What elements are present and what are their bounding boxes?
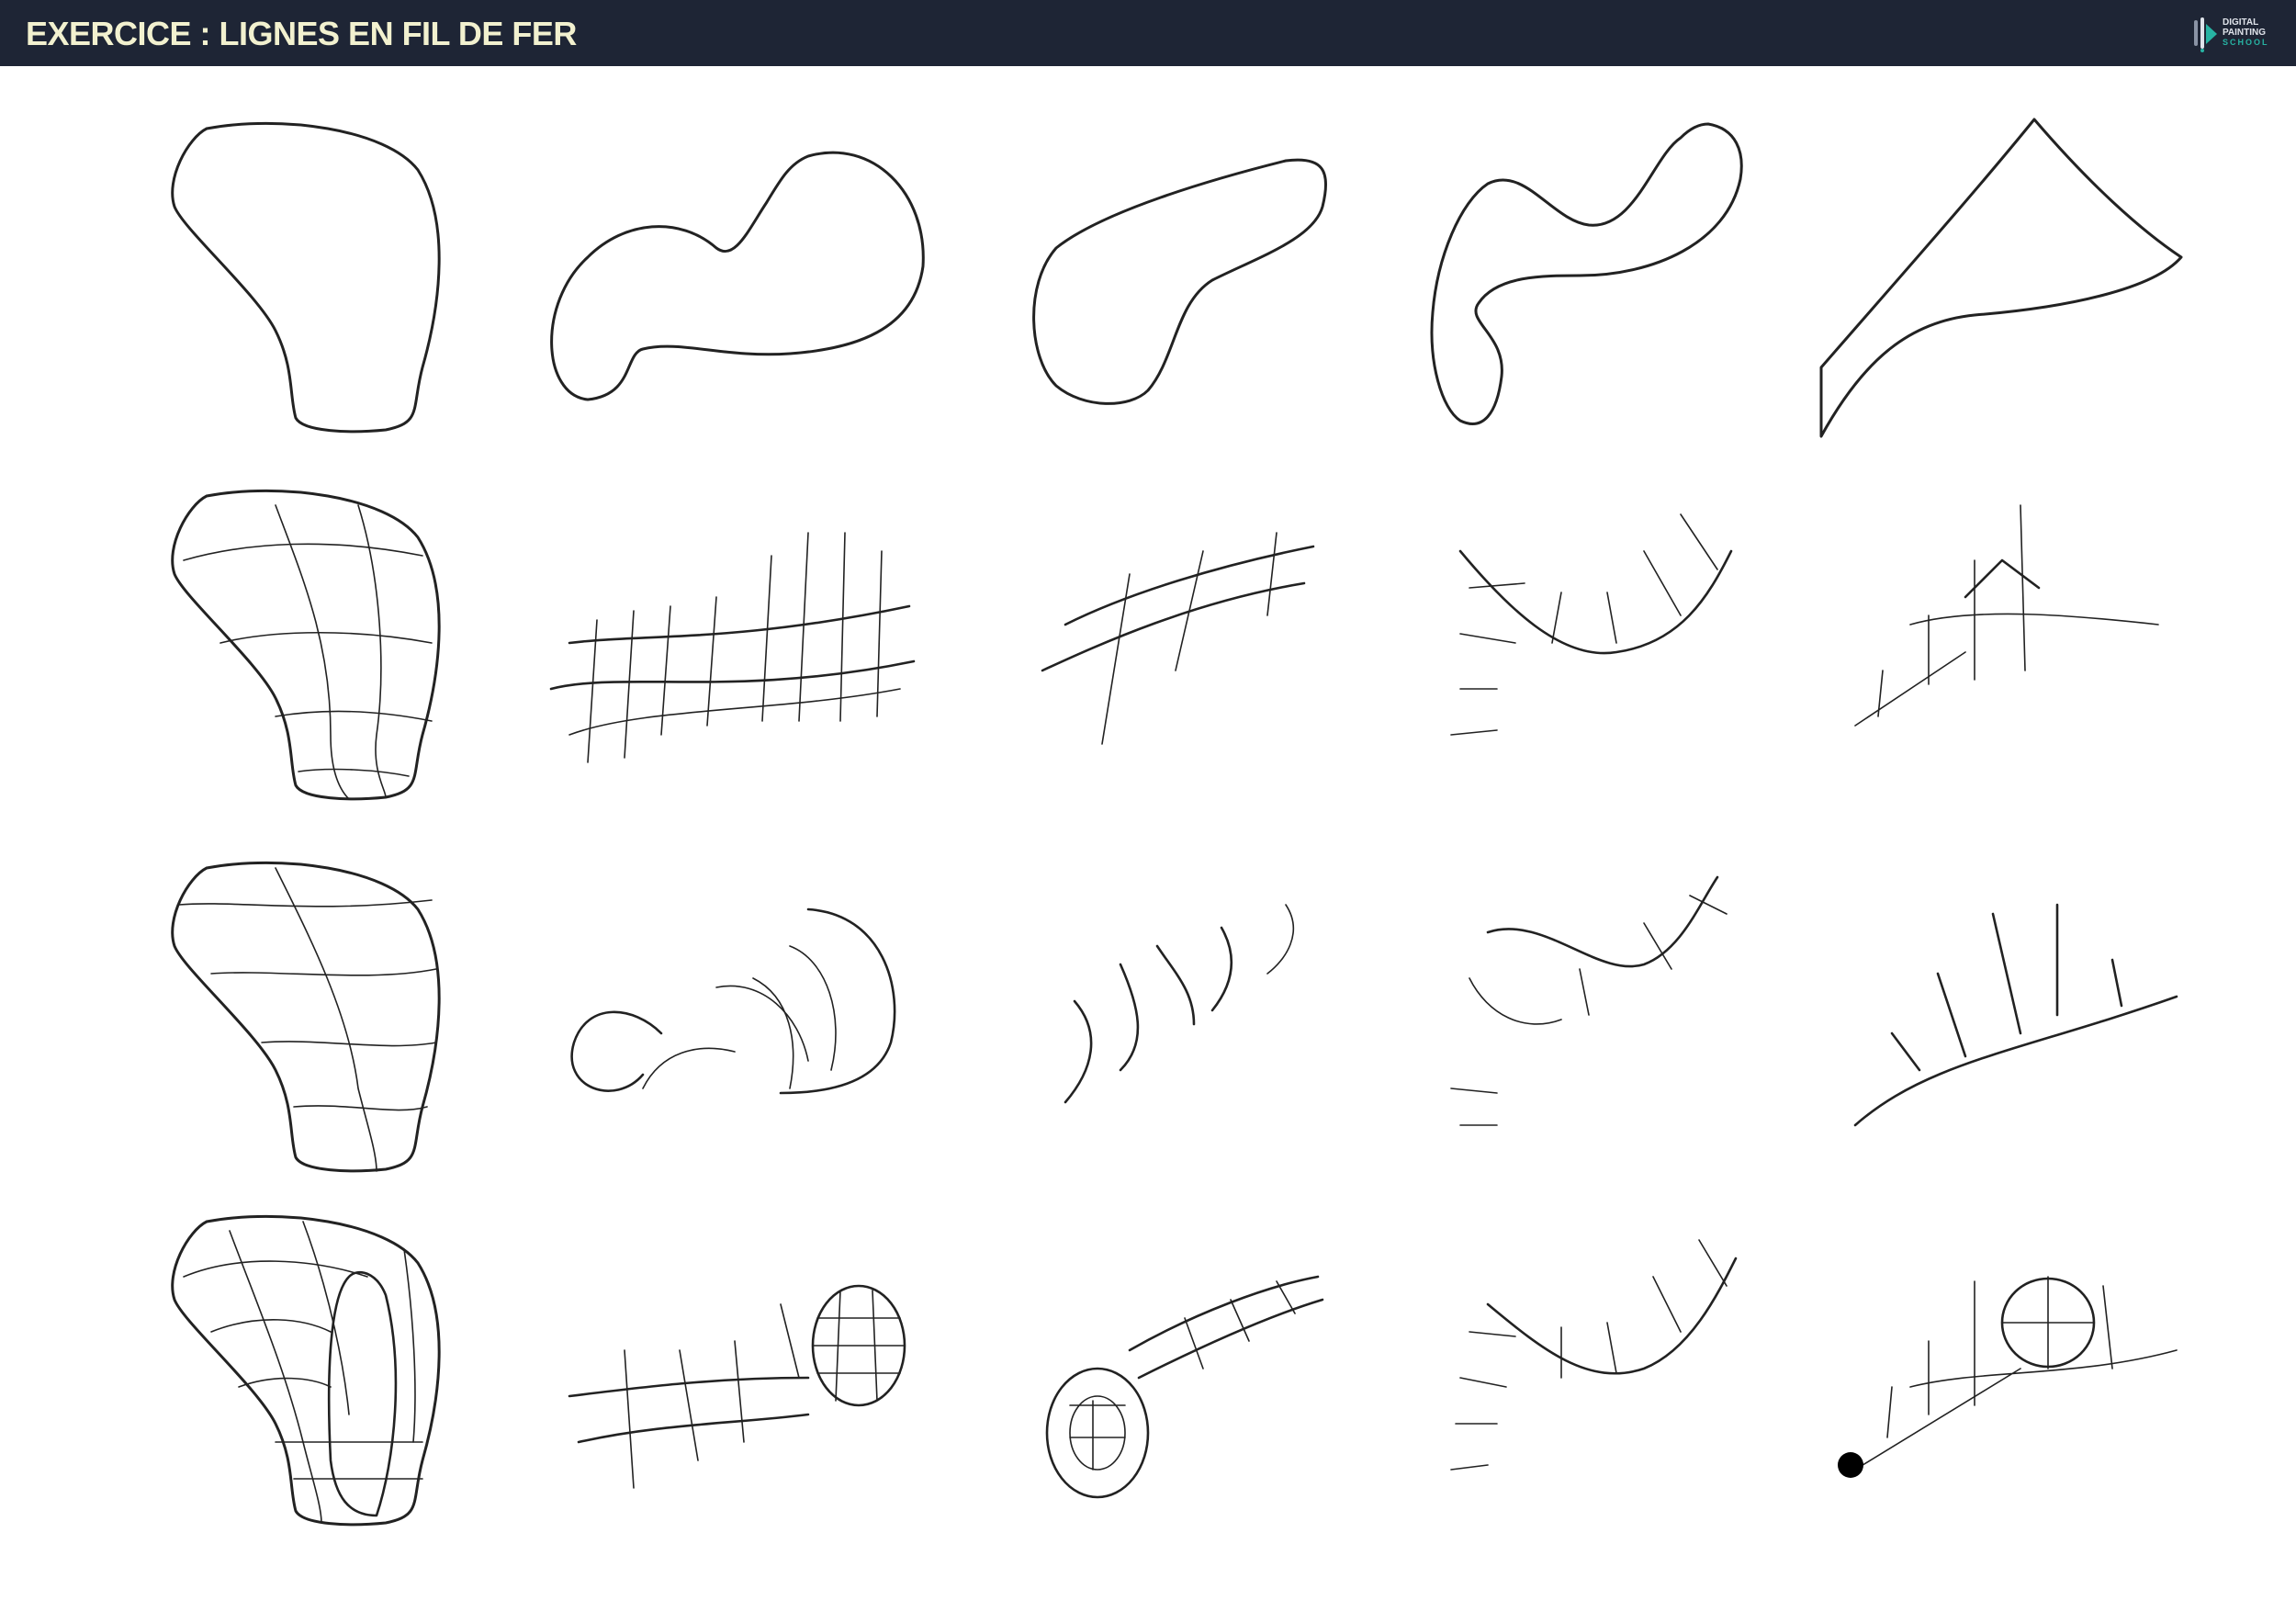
wireframe-exercise-sheet bbox=[172, 118, 2182, 1526]
row-3-wireframes bbox=[172, 862, 2178, 1172]
brush-logo-icon bbox=[2194, 17, 2217, 52]
row-1-outlines bbox=[172, 118, 2182, 437]
school-logo: DIGITAL PAINTING SCHOOL bbox=[2191, 13, 2283, 55]
logo-line-3: SCHOOL bbox=[2223, 38, 2269, 47]
logo-line-2: PAINTING bbox=[2223, 28, 2267, 38]
logo-line-1: DIGITAL bbox=[2223, 17, 2259, 28]
page-title: EXERCICE : LIGNES EN FIL DE FER bbox=[26, 15, 577, 52]
row-2-wireframes bbox=[172, 490, 2159, 800]
row-4-wireframes bbox=[172, 1215, 2178, 1526]
header-bar: EXERCICE : LIGNES EN FIL DE FER DIGITAL … bbox=[0, 0, 2296, 66]
